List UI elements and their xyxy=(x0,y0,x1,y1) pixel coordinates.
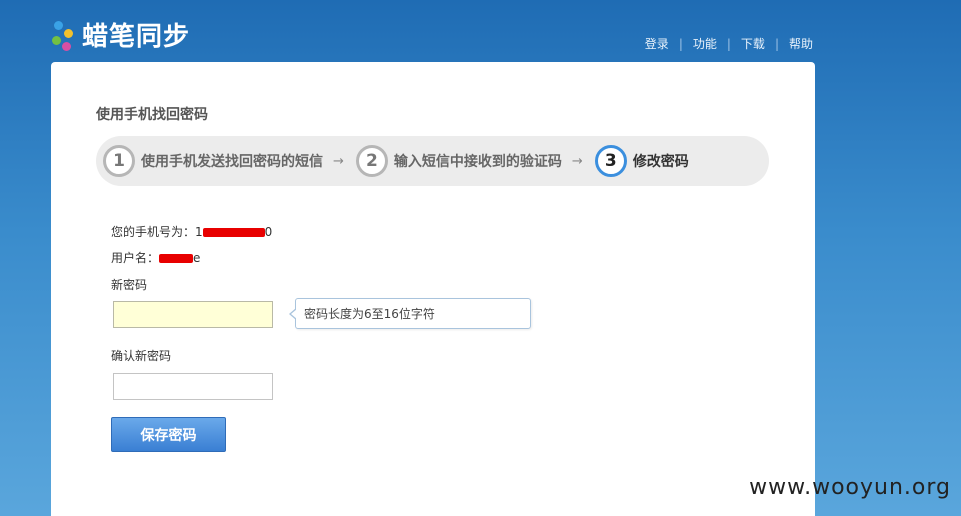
step-2-label: 输入短信中接收到的验证码 xyxy=(393,154,562,170)
nav-separator: | xyxy=(726,36,731,51)
new-password-label: 新密码 xyxy=(111,278,148,292)
nav-login-link[interactable]: 登录 xyxy=(645,35,669,52)
phone-visible-suffix: 0 xyxy=(264,225,273,239)
confirm-password-input[interactable] xyxy=(113,373,273,400)
username-redaction xyxy=(159,254,194,263)
step-2: 2 输入短信中接收到的验证码 xyxy=(355,145,562,177)
step-1: 1 使用手机发送找回密码的短信 xyxy=(103,145,323,177)
step-progress-bar: 1 使用手机发送找回密码的短信 → 2 输入短信中接收到的验证码 → 3 修改密… xyxy=(96,136,769,186)
step-1-label: 使用手机发送找回密码的短信 xyxy=(141,154,323,170)
logo-dot xyxy=(54,20,63,30)
nav-features-link[interactable]: 功能 xyxy=(693,35,717,52)
page-title: 使用手机找回密码 xyxy=(96,107,208,123)
step-3-label: 修改密码 xyxy=(632,154,689,170)
nav-help-link[interactable]: 帮助 xyxy=(789,35,813,52)
logo-dots-icon xyxy=(52,19,76,51)
save-password-button[interactable]: 保存密码 xyxy=(111,417,226,452)
step-3: 3 修改密码 xyxy=(594,145,689,177)
step-3-number: 3 xyxy=(594,145,627,177)
confirm-password-label: 确认新密码 xyxy=(111,349,172,363)
username-label: 用户名： xyxy=(111,251,160,265)
phone-visible-prefix: 1 xyxy=(195,225,203,239)
username-visible-suffix: e xyxy=(193,251,201,265)
logo-dot xyxy=(64,28,73,38)
brand-logo[interactable]: 蜡笔同步 xyxy=(52,16,190,53)
new-password-input[interactable] xyxy=(113,301,273,328)
watermark-text: www.wooyun.org xyxy=(749,475,951,500)
nav-separator: | xyxy=(774,36,779,51)
step-1-number: 1 xyxy=(103,145,135,177)
nav-download-link[interactable]: 下载 xyxy=(741,35,765,52)
logo-dot xyxy=(62,41,71,51)
brand-name: 蜡笔同步 xyxy=(82,22,191,52)
phone-label: 您的手机号为： xyxy=(111,225,196,239)
password-length-tip-text: 密码长度为6至16位字符 xyxy=(304,307,435,321)
step-2-number: 2 xyxy=(355,145,388,177)
step-arrow-icon: → xyxy=(333,153,344,169)
logo-dot xyxy=(52,35,61,45)
phone-info: 您的手机号为：1 0 xyxy=(111,223,272,240)
username-info: 用户名： e xyxy=(111,249,200,266)
password-length-tooltip: 密码长度为6至16位字符 xyxy=(289,298,531,329)
nav-separator: | xyxy=(678,36,683,51)
main-panel: 使用手机找回密码 1 使用手机发送找回密码的短信 → 2 输入短信中接收到的验证… xyxy=(51,62,815,516)
step-arrow-icon: → xyxy=(571,153,583,169)
phone-redaction xyxy=(202,228,265,237)
top-nav: 登录 | 功能 | 下载 | 帮助 xyxy=(645,35,813,52)
